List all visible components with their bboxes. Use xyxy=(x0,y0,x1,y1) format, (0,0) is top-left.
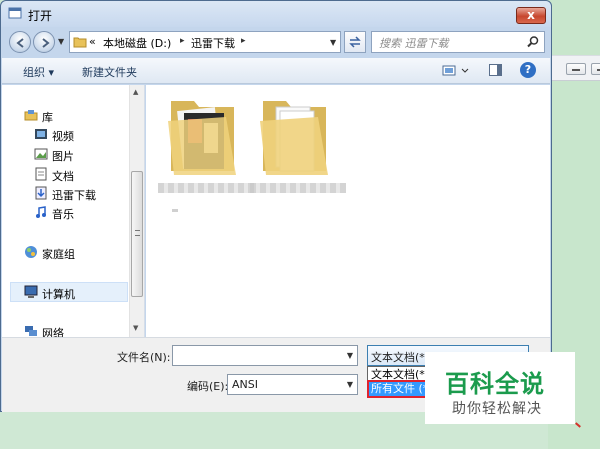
nav-item-documents[interactable]: 文档 xyxy=(2,165,129,185)
close-button[interactable]: x xyxy=(516,7,546,24)
address-bar[interactable]: « 本地磁盘 (D:) ▸ 迅雷下载 ▸ ▼ xyxy=(69,31,341,53)
new-folder-button[interactable]: 新建文件夹 xyxy=(82,64,137,80)
search-box[interactable]: 搜索 迅雷下载 xyxy=(371,31,545,53)
watermark-subtitle: 助你轻松解决 xyxy=(452,401,542,417)
nav-item-homegroup[interactable]: 家庭组 xyxy=(2,243,129,263)
file-item-folder[interactable] xyxy=(250,91,346,201)
search-icon[interactable] xyxy=(526,35,540,49)
forward-arrow-icon xyxy=(42,38,50,48)
picture-icon xyxy=(34,148,48,160)
nav-item-pictures[interactable]: 图片 xyxy=(2,145,129,165)
nav-item-network[interactable]: 网络 xyxy=(2,322,129,337)
nav-item-label: 图片 xyxy=(52,150,74,163)
file-name-redacted xyxy=(250,183,346,193)
scrollbar-grip xyxy=(135,230,140,236)
navigation-scrollbar[interactable]: ▲ ▼ xyxy=(129,85,144,337)
navigation-pane: 库 视频 图片 文档 迅雷下载 音乐 家庭组 计算机 网络 ▲ ▼ xyxy=(2,85,145,337)
document-icon xyxy=(35,167,47,181)
download-icon xyxy=(35,186,47,200)
breadcrumb-folder[interactable]: 迅雷下载 xyxy=(191,35,235,51)
chevron-down-icon[interactable]: ▼ xyxy=(347,380,353,389)
back-arrow-icon xyxy=(16,38,24,48)
nav-item-label: 音乐 xyxy=(52,208,74,221)
nav-item-label: 文档 xyxy=(52,170,74,183)
breadcrumb-drive[interactable]: 本地磁盘 (D:) xyxy=(103,35,171,51)
refresh-icon xyxy=(349,36,361,48)
recent-locations-dropdown[interactable]: ▼ xyxy=(58,37,66,46)
watermark-title: 百科全说 xyxy=(445,370,545,398)
nav-item-downloads[interactable]: 迅雷下载 xyxy=(2,184,129,204)
nav-item-label: 迅雷下载 xyxy=(52,189,96,202)
search-placeholder: 搜索 迅雷下载 xyxy=(379,37,449,50)
change-view-icon[interactable] xyxy=(442,64,470,78)
nav-item-library[interactable]: 库 xyxy=(2,106,129,126)
filename-label: 文件名(N): xyxy=(117,351,171,364)
breadcrumb-prefix[interactable]: « xyxy=(89,35,96,48)
encoding-label: 编码(E): xyxy=(187,380,229,393)
nav-item-label: 库 xyxy=(42,111,53,124)
computer-icon xyxy=(24,285,38,298)
nav-item-label: 家庭组 xyxy=(42,248,75,261)
nav-item-label: 计算机 xyxy=(42,288,75,301)
help-button[interactable]: ? xyxy=(520,62,536,78)
scroll-down-icon[interactable]: ▼ xyxy=(133,324,138,332)
filename-input[interactable]: ▼ xyxy=(172,345,358,366)
nav-item-music[interactable]: 音乐 xyxy=(2,203,129,223)
watermark-logo: 百科全说 助你轻松解决 xyxy=(425,352,575,424)
encoding-select[interactable]: ANSI ▼ xyxy=(227,374,358,395)
background-minimize-button[interactable] xyxy=(566,63,586,75)
refresh-button[interactable] xyxy=(344,31,366,53)
chevron-down-icon[interactable]: ▼ xyxy=(347,351,353,360)
breadcrumb-separator[interactable]: ▸ xyxy=(180,36,185,46)
nav-item-computer[interactable]: 计算机 xyxy=(10,282,128,302)
nav-item-label: 网络 xyxy=(42,327,64,337)
folder-with-documents-icon xyxy=(260,101,328,175)
forward-button[interactable] xyxy=(33,31,55,53)
file-item-folder[interactable] xyxy=(158,91,254,212)
video-icon xyxy=(35,129,47,139)
music-icon xyxy=(36,206,46,218)
background-maximize-button[interactable] xyxy=(591,63,600,75)
scroll-up-icon[interactable]: ▲ xyxy=(133,88,138,96)
breadcrumb-separator[interactable]: ▸ xyxy=(241,36,246,46)
network-icon xyxy=(25,326,37,336)
folder-with-images-icon xyxy=(168,101,236,175)
window-title: 打开 xyxy=(28,9,53,23)
filetype-option-text[interactable]: 文本文档(*.t xyxy=(369,368,429,382)
titlebar: 打开 x xyxy=(1,1,551,27)
file-name-redacted xyxy=(172,209,178,212)
nav-item-video[interactable]: 视频 xyxy=(2,125,129,145)
nav-item-label: 视频 xyxy=(52,130,74,143)
file-list[interactable] xyxy=(146,85,550,337)
back-button[interactable] xyxy=(9,31,31,53)
scrollbar-thumb[interactable] xyxy=(131,171,143,297)
filetype-option-all-files[interactable]: 所有文件 (* xyxy=(367,380,431,398)
file-name-redacted xyxy=(158,183,254,193)
encoding-value: ANSI xyxy=(232,378,258,391)
homegroup-icon xyxy=(25,246,37,258)
command-toolbar: 组织 ▾ 新建文件夹 ? xyxy=(2,58,550,84)
notepad-icon xyxy=(8,7,22,19)
organize-menu[interactable]: 组织 ▾ xyxy=(23,64,54,80)
library-icon xyxy=(24,110,38,121)
preview-pane-button[interactable] xyxy=(489,64,502,76)
address-dropdown-icon[interactable]: ▼ xyxy=(330,38,336,47)
folder-icon xyxy=(73,37,87,48)
